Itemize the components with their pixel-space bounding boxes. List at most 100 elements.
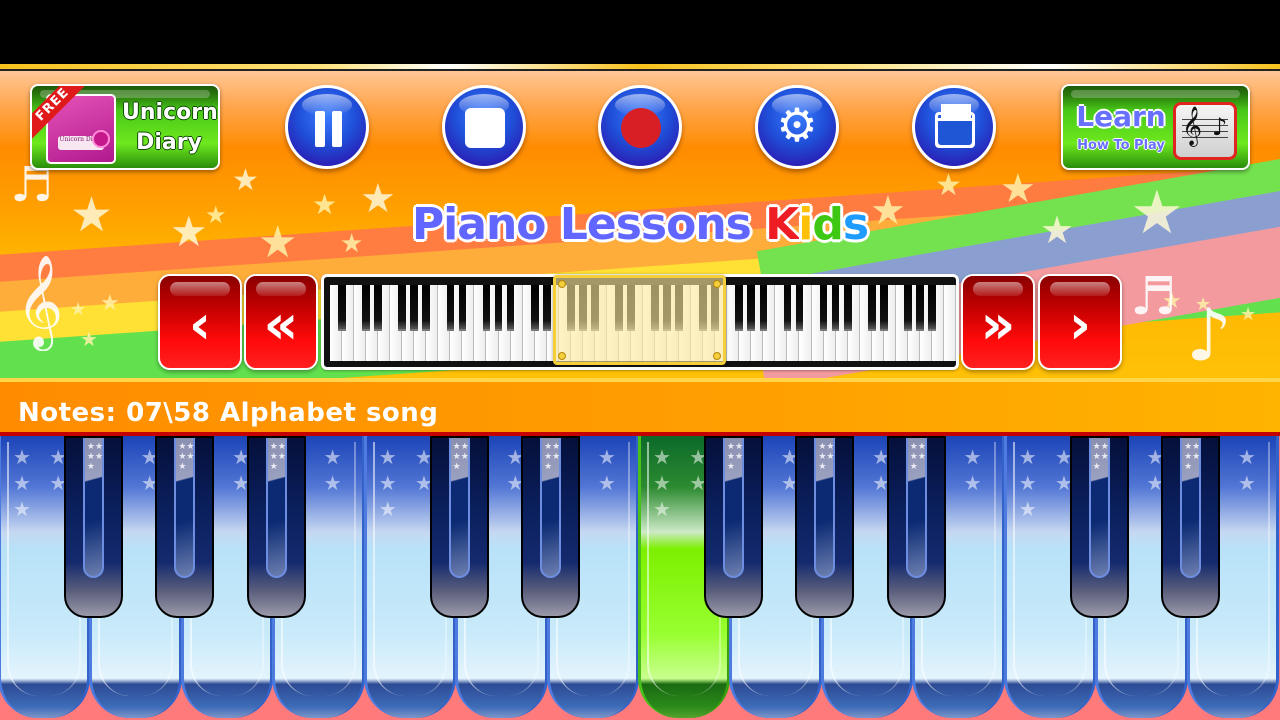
settings-button[interactable]: ⚙ [755,85,839,169]
pause-icon [315,111,325,147]
music-sheet-icon: 𝄞 ♪ [1173,102,1237,160]
star-icon: ★ [935,168,962,203]
mini-black-key [482,285,491,331]
eighth-note-icon: ♪ [1186,293,1232,377]
mini-black-key [795,285,804,331]
mini-black-key [422,285,431,331]
app-title-letter: i [798,199,813,250]
resize-handle[interactable] [558,280,566,288]
learn-subtitle: How To Play [1077,138,1165,153]
piano-black-key[interactable]: ★★ ★★ ★ [795,436,855,618]
fast-forward-button[interactable]: » [961,274,1035,370]
black-key-highlight: ★★ ★★ ★ [722,438,744,578]
star-icon: ★★ ★★ ★ [726,442,744,472]
star-icon: ★ [232,163,259,198]
resize-handle[interactable] [713,352,721,360]
mini-black-key [458,285,467,331]
black-key-highlight: ★★ ★★ ★ [540,438,562,578]
rewind-button[interactable]: « [244,274,318,370]
black-key-highlight: ★★ ★★ ★ [1088,438,1110,578]
mini-black-key [879,285,888,331]
beamed-notes-icon: ♬ [1130,267,1177,327]
star-icon: ★★ ★★ ★ [269,442,286,472]
unicorn-diary-promo-button[interactable]: Unicorn Diary FREE Unicorn Diary [30,84,220,170]
piano-black-key[interactable]: ★★ ★★ ★ [63,436,123,618]
piano-black-key[interactable]: ★★ ★★ ★ [1161,436,1221,618]
mini-black-key [783,285,792,331]
pause-icon [332,111,342,147]
keyboard-range-selector[interactable] [553,275,726,365]
mini-black-key [747,285,756,331]
black-key-highlight: ★★ ★★ ★ [448,438,470,578]
piano-black-key[interactable]: ★★ ★★ ★ [521,436,581,618]
mini-black-key [843,285,852,331]
star-icon: ★★ ★★ ★ [818,442,835,472]
mini-black-key [916,285,924,331]
mini-black-key [362,285,370,331]
open-folder-button[interactable] [912,85,996,169]
black-key-highlight: ★★ ★★ ★ [814,438,836,578]
mini-black-key [735,285,744,331]
record-button[interactable] [598,85,682,169]
lock-icon [92,130,110,148]
piano-black-key[interactable]: ★★ ★★ ★ [429,436,489,618]
lesson-status-bar: Notes: 07\58 Alphabet song [0,378,1280,434]
mini-black-key [530,285,539,331]
mini-black-key [494,285,503,331]
chevron-left-icon: ‹ [188,293,212,356]
stop-button[interactable] [442,85,526,169]
app-title-letter: d [812,199,843,250]
star-icon: ★★ ★★ ★ [1184,442,1201,472]
double-chevron-left-icon: « [263,293,299,356]
promo-subtitle: Diary [136,130,202,155]
app-title-accent: Kids [765,199,869,250]
mini-black-key [446,285,455,331]
double-chevron-right-icon: » [980,293,1016,356]
mini-black-key [398,285,407,331]
piano-black-key[interactable]: ★★ ★★ ★ [703,436,763,618]
eighth-note-icon: ♪ [1212,113,1228,141]
star-icon: ★★ ★★ ★ [909,442,926,472]
piano-black-key[interactable]: ★★ ★★ ★ [1069,436,1129,618]
piano-black-key[interactable]: ★★ ★★ ★ [246,436,306,618]
record-icon [621,108,661,148]
app-title-letter: s [842,199,869,250]
learn-title: Learn [1076,100,1166,133]
learn-how-to-play-button[interactable]: Learn How To Play 𝄞 ♪ [1061,84,1250,170]
mini-black-key [819,285,828,331]
mini-black-key [928,285,936,331]
app-title-main: Piano Lessons [411,199,766,250]
folder-paper [941,104,971,118]
piano-black-key[interactable]: ★★ ★★ ★ [886,436,946,618]
promo-title: Unicorn [122,100,218,125]
mini-black-key [338,285,346,331]
chevron-right-icon: › [1068,293,1092,356]
star-icon: ★★ ★★ ★ [544,442,561,472]
mini-black-key [374,285,382,331]
mini-black-key [759,285,768,331]
mini-white-key [943,285,956,361]
star-icon: ★ [70,299,87,320]
piano-keyboard: ★ ★ ★ ★ ★ ★ ★ ★ ★ ★ ★ ★ ★ ★ ★ ★ ★ ★ ★ ★ ★ ★ … [0,436,1280,720]
black-key-highlight: ★★ ★★ ★ [905,438,927,578]
star-icon: ★ [80,327,98,351]
gear-icon: ⚙ [776,98,818,152]
piano-black-key[interactable]: ★★ ★★ ★ [155,436,215,618]
black-key-highlight: ★★ ★★ ★ [82,438,104,578]
black-key-highlight: ★★ ★★ ★ [265,438,287,578]
previous-button[interactable]: ‹ [158,274,242,370]
mini-black-key [542,285,551,331]
app-title-letter: K [765,199,799,250]
mini-black-key [831,285,840,331]
star-icon: ★ [100,291,120,316]
black-key-highlight: ★★ ★★ ★ [174,438,196,578]
resize-handle[interactable] [558,352,566,360]
next-button[interactable]: › [1038,274,1122,370]
resize-handle[interactable] [713,280,721,288]
pause-button[interactable] [285,85,369,169]
mini-black-key [410,285,419,331]
folder-front [935,118,975,148]
star-icon: ★★ ★★ ★ [1092,442,1109,472]
status-bar-black [0,0,1280,64]
star-icon: ★★ ★★ ★ [178,442,195,472]
